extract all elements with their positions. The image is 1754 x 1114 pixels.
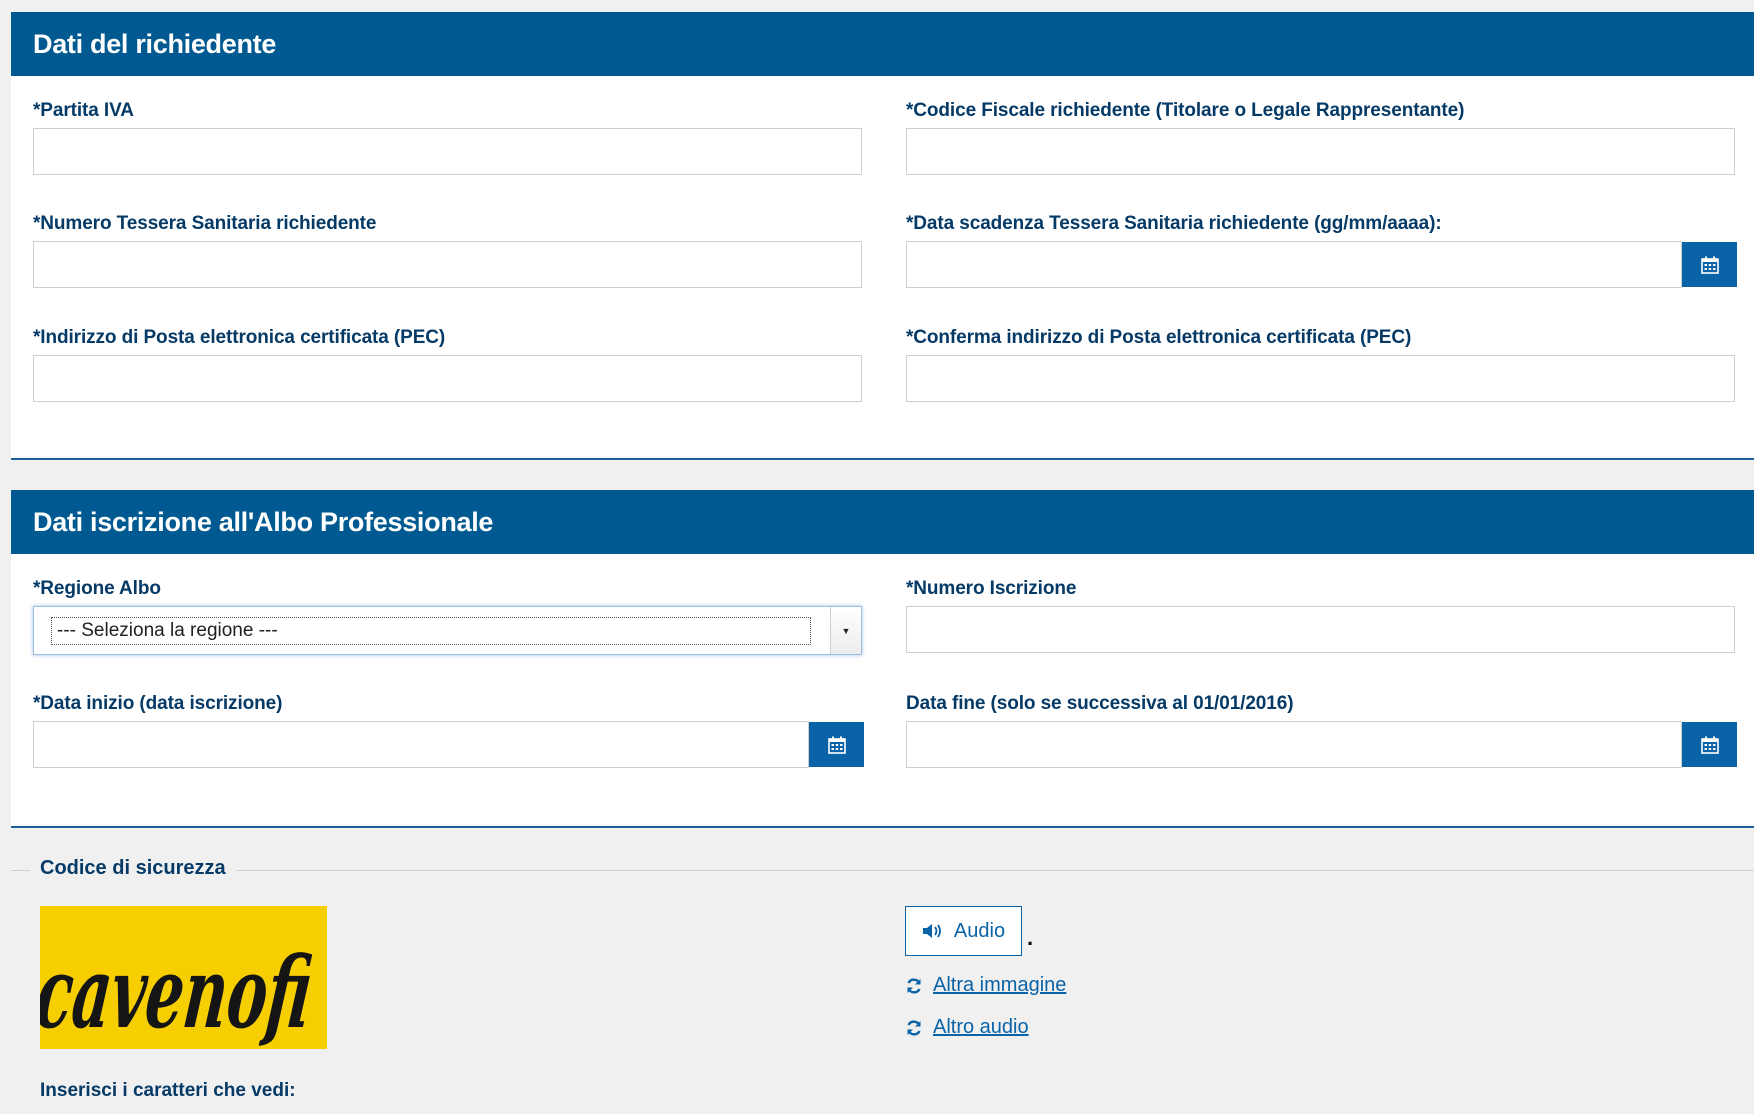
captcha-fieldset-border <box>11 870 1754 871</box>
refresh-icon <box>907 1019 921 1036</box>
data-fine-label: Data fine (solo se successiva al 01/01/2… <box>906 693 1294 714</box>
conferma-pec-label: *Conferma indirizzo di Posta elettronica… <box>906 327 1412 348</box>
pec-label: *Indirizzo di Posta elettronica certific… <box>33 327 446 348</box>
richiedente-panel: Dati del richiedente *Partita IVA *Codic… <box>11 12 1754 460</box>
pec-input[interactable] <box>33 355 862 402</box>
section-title: Dati iscrizione all'Albo Professionale <box>11 490 1754 554</box>
partita-iva-input[interactable] <box>33 128 862 175</box>
altro-audio-link[interactable]: Altro audio <box>933 1016 1029 1039</box>
altra-immagine-link[interactable]: Altra immagine <box>933 974 1066 997</box>
data-scadenza-calendar-button[interactable] <box>1682 242 1737 287</box>
captcha-image: cavenofi <box>31 906 327 1050</box>
data-inizio-input[interactable] <box>33 721 809 768</box>
captcha-legend: Codice di sicurezza <box>30 857 236 880</box>
calendar-icon <box>1700 736 1719 754</box>
numero-iscrizione-input[interactable] <box>906 606 1735 653</box>
data-scadenza-input[interactable] <box>906 241 1682 288</box>
data-fine-input[interactable] <box>906 721 1682 768</box>
data-inizio-calendar-button[interactable] <box>809 722 864 767</box>
captcha-image-text: cavenofi <box>40 935 317 1049</box>
calendar-icon <box>827 736 846 754</box>
numero-iscrizione-label: *Numero Iscrizione <box>906 578 1077 599</box>
regione-albo-selected-value: --- Seleziona la regione --- <box>51 617 811 645</box>
data-inizio-label: *Data inizio (data iscrizione) <box>33 693 283 714</box>
speaker-icon <box>922 924 941 938</box>
audio-button[interactable]: Audio <box>905 906 1022 956</box>
altro-audio-row: Altro audio <box>905 1016 1029 1039</box>
chevron-down-icon[interactable]: ▼ <box>830 607 861 654</box>
partita-iva-label: *Partita IVA <box>33 100 134 121</box>
altra-immagine-row: Altra immagine <box>905 974 1066 997</box>
refresh-icon <box>907 977 921 994</box>
calendar-icon <box>1700 256 1719 274</box>
codice-fiscale-input[interactable] <box>906 128 1735 175</box>
captcha-input-label: Inserisci i caratteri che vedi: <box>40 1080 296 1101</box>
numero-tessera-input[interactable] <box>33 241 862 288</box>
captcha-image-drawing: cavenofi <box>31 906 327 1050</box>
section-title: Dati del richiedente <box>11 12 1754 76</box>
conferma-pec-input[interactable] <box>906 355 1735 402</box>
codice-fiscale-label: *Codice Fiscale richiedente (Titolare o … <box>906 100 1465 121</box>
data-fine-calendar-button[interactable] <box>1682 722 1737 767</box>
numero-tessera-label: *Numero Tessera Sanitaria richiedente <box>33 213 377 234</box>
data-scadenza-label: *Data scadenza Tessera Sanitaria richied… <box>906 213 1442 234</box>
regione-albo-select[interactable]: --- Seleziona la regione --- ▼ <box>33 606 862 655</box>
regione-albo-label: *Regione Albo <box>33 578 161 599</box>
audio-trailing-dot: . <box>1027 925 1034 950</box>
audio-button-label: Audio <box>953 919 1006 942</box>
albo-panel: Dati iscrizione all'Albo Professionale *… <box>11 490 1754 828</box>
